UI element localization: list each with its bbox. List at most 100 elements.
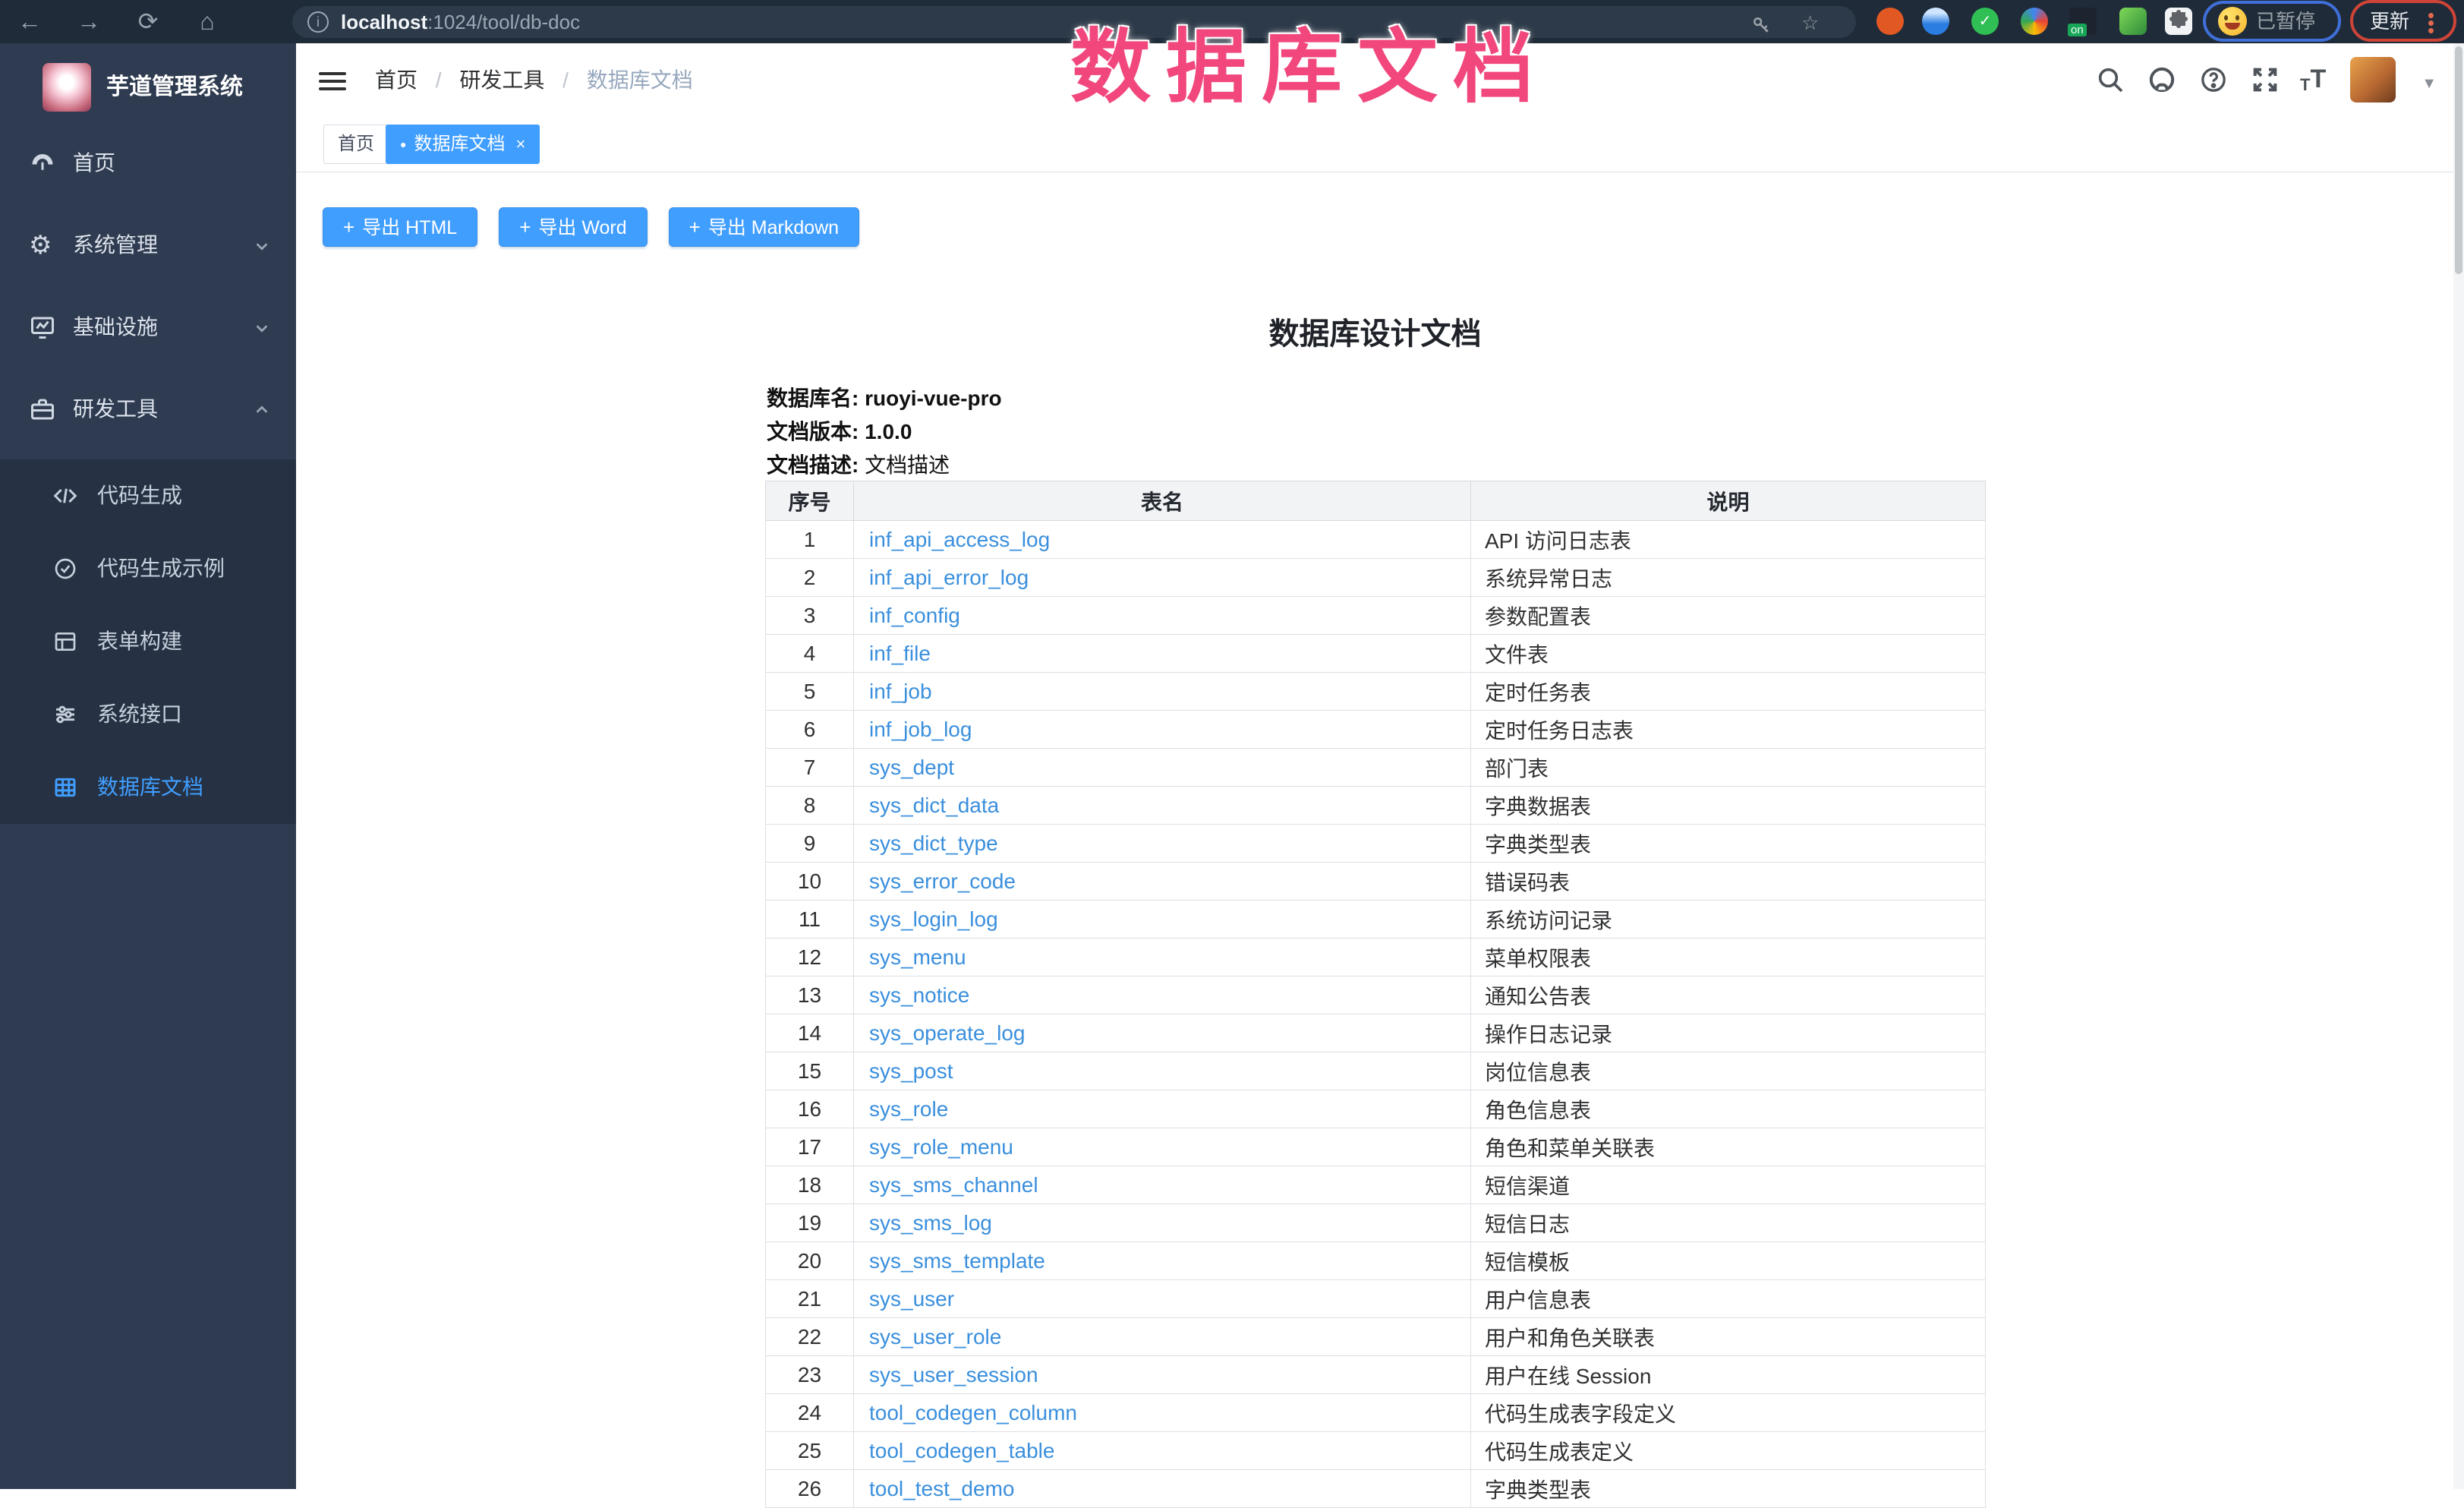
row-description: 用户在线 Session xyxy=(1471,1356,1986,1394)
table-name-link[interactable]: sys_login_log xyxy=(869,907,998,931)
sidebar-item-label: 表单构建 xyxy=(97,605,182,678)
table-name-link[interactable]: tool_test_demo xyxy=(869,1477,1014,1500)
sidebar-item-label: 系统接口 xyxy=(97,678,182,751)
row-description: API 访问日志表 xyxy=(1471,521,1986,559)
avatar-caret-icon[interactable]: ▼ xyxy=(2421,75,2437,93)
sidebar-item-db-doc[interactable]: 数据库文档 xyxy=(0,751,296,824)
toolbox-icon xyxy=(29,396,56,423)
table-name-link[interactable]: sys_sms_template xyxy=(869,1249,1045,1273)
search-icon[interactable] xyxy=(2095,65,2125,95)
table-name-link[interactable]: tool_codegen_column xyxy=(869,1401,1077,1424)
breadcrumb-devtools[interactable]: 研发工具 xyxy=(459,68,544,92)
row-number: 2 xyxy=(766,559,854,597)
table-name-link[interactable]: sys_dict_data xyxy=(869,793,999,817)
plus-icon: + xyxy=(689,216,701,238)
sidebar-item-form-builder[interactable]: 表单构建 xyxy=(0,605,296,678)
table-name-link[interactable]: sys_dict_type xyxy=(869,831,998,855)
row-number: 22 xyxy=(766,1318,854,1356)
breadcrumb-current: 数据库文档 xyxy=(587,68,693,92)
url-text[interactable]: localhost:1024/tool/db-doc xyxy=(341,6,580,38)
doc-info-line: 数据库名: ruoyi-vue-pro xyxy=(767,382,1002,415)
table-name-link[interactable]: sys_user_role xyxy=(869,1325,1001,1349)
page-scrollbar[interactable] xyxy=(2453,43,2464,1489)
tab-home[interactable]: 首页 xyxy=(323,125,389,164)
row-description: 角色和菜单关联表 xyxy=(1471,1128,1986,1166)
table-name-link[interactable]: sys_role_menu xyxy=(869,1135,1013,1159)
table-name-link[interactable]: inf_job_log xyxy=(869,718,972,741)
extension-icon-2[interactable] xyxy=(1922,8,1949,35)
tab-bar: 首页 ●数据库文档× xyxy=(296,117,2464,172)
user-avatar[interactable] xyxy=(2350,57,2396,103)
table-name-link[interactable]: sys_post xyxy=(869,1059,953,1083)
doc-title: 数据库设计文档 xyxy=(765,309,1985,353)
fullscreen-icon[interactable] xyxy=(2250,65,2280,95)
table-row: 18 sys_sms_channel 短信渠道 xyxy=(766,1166,1986,1204)
table-name-link[interactable]: sys_dept xyxy=(869,756,954,779)
bookmark-star-icon[interactable]: ☆ xyxy=(1801,13,1821,33)
row-description: 字典类型表 xyxy=(1471,825,1986,863)
table-name-link[interactable]: sys_error_code xyxy=(869,869,1016,893)
row-description: 系统异常日志 xyxy=(1471,559,1986,597)
main-area: 首页 / 研发工具 / 数据库文档 TT ▼ 首页 ●数据库文档× xyxy=(296,43,2464,1489)
password-key-icon[interactable] xyxy=(1751,15,1771,35)
table-name-link[interactable]: inf_api_access_log xyxy=(869,528,1050,551)
chevron-up-icon xyxy=(254,402,270,418)
url-host: localhost xyxy=(341,11,427,33)
table-name-link[interactable]: sys_menu xyxy=(869,945,966,969)
table-name-link[interactable]: sys_operate_log xyxy=(869,1021,1025,1045)
sidebar-item-api[interactable]: 系统接口 xyxy=(0,678,296,751)
sidebar-item-home[interactable]: 首页 xyxy=(0,122,296,204)
font-size-icon[interactable]: TT xyxy=(2300,65,2330,95)
extension-check-icon[interactable]: ✓ xyxy=(1971,8,1999,35)
site-info-icon[interactable]: i xyxy=(307,11,329,33)
col-header-num: 序号 xyxy=(766,481,854,521)
table-name-link[interactable]: sys_role xyxy=(869,1097,948,1121)
breadcrumb-home[interactable]: 首页 xyxy=(375,68,417,92)
table-name-link[interactable]: sys_notice xyxy=(869,983,969,1007)
export-markdown-button[interactable]: +导出 Markdown xyxy=(669,207,859,247)
table-name-link[interactable]: sys_user_session xyxy=(869,1363,1038,1387)
extension-icon-4[interactable] xyxy=(2119,8,2147,35)
table-name-link[interactable]: inf_api_error_log xyxy=(869,566,1029,589)
sidebar-item-system[interactable]: ⚙ 系统管理 xyxy=(0,204,296,286)
app-logo-row[interactable]: 芋道管理系统 xyxy=(0,43,296,131)
table-name-link[interactable]: inf_job xyxy=(869,680,932,703)
col-header-desc: 说明 xyxy=(1471,481,1986,521)
sidebar-collapse-icon[interactable] xyxy=(319,68,346,92)
extension-on-icon[interactable]: on xyxy=(2069,8,2097,35)
browser-reload-icon[interactable]: ⟳ xyxy=(129,0,167,43)
table-name-link[interactable]: sys_sms_channel xyxy=(869,1173,1038,1197)
tab-db-doc[interactable]: ●数据库文档× xyxy=(386,125,540,164)
sidebar-item-codegen-demo[interactable]: 代码生成示例 xyxy=(0,532,296,605)
row-description: 字典数据表 xyxy=(1471,787,1986,825)
sidebar-item-devtools[interactable]: 研发工具 xyxy=(0,368,296,450)
sidebar-item-codegen[interactable]: 代码生成 xyxy=(0,459,296,532)
sidebar-item-label: 系统管理 xyxy=(73,204,158,286)
help-icon[interactable] xyxy=(2198,65,2229,95)
sidebar-item-infra[interactable]: 基础设施 xyxy=(0,286,296,368)
table-name-link[interactable]: inf_file xyxy=(869,642,931,665)
extensions-puzzle-icon[interactable] xyxy=(2165,8,2192,35)
export-html-button[interactable]: +导出 HTML xyxy=(323,207,477,247)
github-icon[interactable] xyxy=(2147,65,2177,95)
table-name-link[interactable]: inf_config xyxy=(869,604,960,627)
tab-close-icon[interactable]: × xyxy=(515,134,525,153)
table-row: 3 inf_config 参数配置表 xyxy=(766,597,1986,635)
row-number: 14 xyxy=(766,1014,854,1052)
sidebar-item-label: 代码生成示例 xyxy=(97,532,225,605)
scrollbar-thumb[interactable] xyxy=(2455,46,2462,274)
browser-home-icon[interactable]: ⌂ xyxy=(188,0,226,43)
table-name-link[interactable]: sys_sms_log xyxy=(869,1211,992,1235)
table-name-link[interactable]: tool_codegen_table xyxy=(869,1439,1054,1462)
row-description: 文件表 xyxy=(1471,635,1986,673)
browser-back-icon[interactable]: ← xyxy=(11,0,49,43)
row-number: 3 xyxy=(766,597,854,635)
table-row: 2 inf_api_error_log 系统异常日志 xyxy=(766,559,1986,597)
table-name-link[interactable]: sys_user xyxy=(869,1287,954,1311)
row-description: 部门表 xyxy=(1471,749,1986,787)
extension-icon-1[interactable] xyxy=(1876,8,1904,35)
browser-forward-icon[interactable]: → xyxy=(70,0,108,43)
extension-icon-3[interactable] xyxy=(2021,8,2048,35)
table-row: 20 sys_sms_template 短信模板 xyxy=(766,1242,1986,1280)
export-word-button[interactable]: +导出 Word xyxy=(499,207,647,247)
